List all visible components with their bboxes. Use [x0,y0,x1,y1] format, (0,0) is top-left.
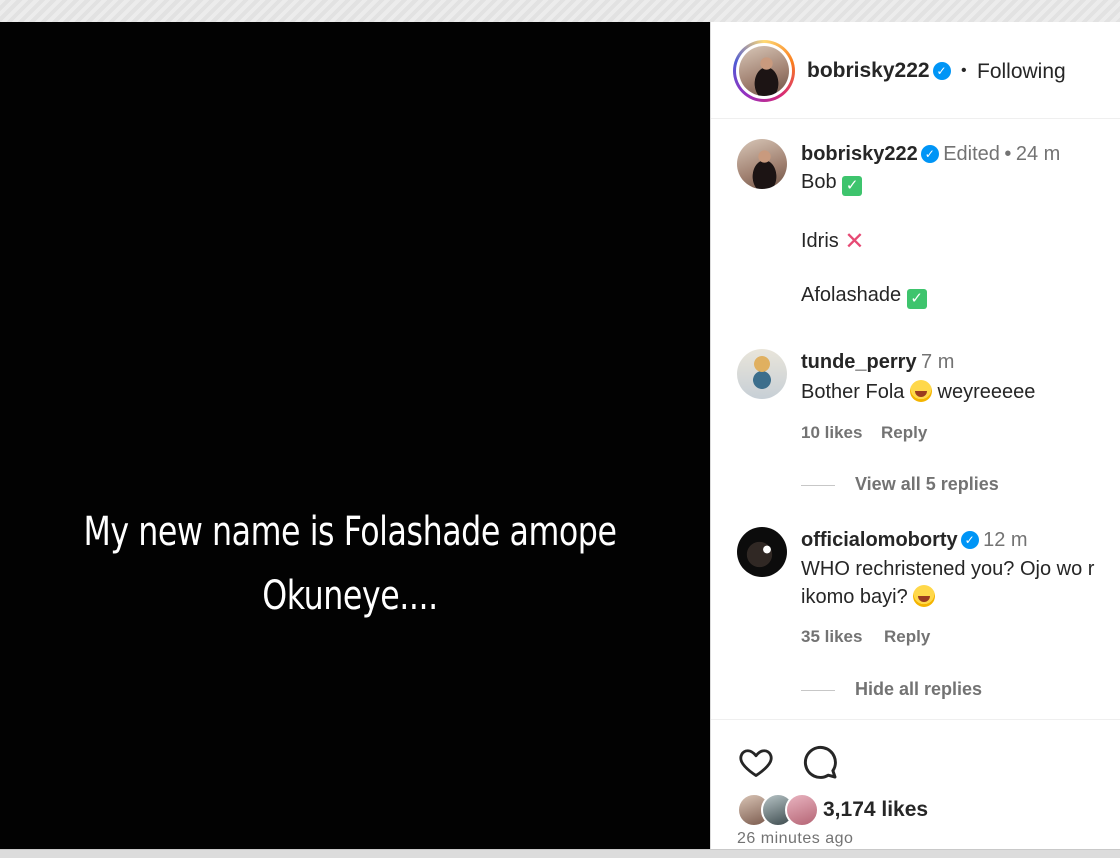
comment-2-reply-button[interactable]: Reply [884,627,930,647]
likers-avatars[interactable] [737,793,821,827]
author-avatar[interactable] [739,46,789,96]
media-caption-line2: Okuneye.... [262,573,438,619]
story-ring[interactable] [733,40,795,102]
comment-avatar-tunde[interactable] [737,349,787,399]
comment-1-time[interactable]: 7 m [921,351,954,373]
media-caption: My new name is Folashade amope Okuneye..… [60,500,641,628]
verified-badge-icon: ✓ [920,145,939,163]
speech-bubble-icon[interactable] [801,744,839,780]
hide-replies-button[interactable]: Hide all replies [855,679,982,700]
comment-1-likes[interactable]: 10 likes [801,423,862,443]
comment-2-text-line2: ikomo bayi? [801,586,908,608]
media-caption-line1: My new name is Folashade amope [83,509,617,555]
author-username-link[interactable]: bobrisky222 ✓ [807,59,951,83]
caption-line-3: Afolashade ✓ [801,284,927,309]
comment-2-username[interactable]: officialomoborty [801,529,958,551]
caption-line-3-text: Afolashade [801,284,902,306]
caption-author-avatar[interactable] [737,139,787,189]
check-mark-emoji: ✓ [842,176,863,196]
laughing-emoji [913,585,936,607]
caption-username[interactable]: bobrisky222 [801,143,918,165]
caption-line-2: Idris ✕ [801,227,864,256]
post-dialog: My new name is Folashade amope Okuneye..… [0,22,1120,849]
laughing-emoji [909,380,932,402]
caption-time[interactable]: 24 m [1016,143,1060,165]
caption-meta-row: bobrisky222 ✓ Edited • 24 m [801,143,1060,166]
replies-divider-line [801,690,835,691]
comment-2-likes[interactable]: 35 likes [801,627,862,647]
cross-mark-emoji: ✕ [844,228,865,255]
comment-1-reply-button[interactable]: Reply [881,423,927,443]
comment-2-text-line1: WHO rechristened you? Ojo wo r [801,558,1095,580]
comment-1-meta: tunde_perry 7 m [801,351,954,374]
view-replies-button[interactable]: View all 5 replies [855,474,999,495]
comment-1-text: Bother Fola weyreeeee [801,380,1035,404]
following-button[interactable]: Following [977,60,1066,84]
replies-divider-line [801,485,835,486]
post-sidebar: bobrisky222 ✓ • Following bobrisky222 ✓ Ed… [710,22,1120,849]
heart-icon[interactable] [737,744,775,780]
comment-2-text-line2-row: ikomo bayi? [801,585,936,609]
comment-1-username[interactable]: tunde_perry [801,351,917,373]
caption-line-1: Bob ✓ [801,171,863,196]
caption-separator: • [1004,143,1012,165]
comment-1-text-a: Bother Fola [801,381,905,403]
verified-badge-icon: ✓ [960,531,979,549]
post-header: bobrisky222 ✓ • Following [711,22,1120,119]
comment-avatar-omoborty[interactable] [737,527,787,577]
comment-2-time[interactable]: 12 m [983,529,1027,551]
check-mark-emoji: ✓ [906,289,927,309]
comment-2-meta: officialomoborty ✓ 12 m [801,529,1028,552]
comment-1-text-b: weyreeeee [937,381,1036,403]
post-media[interactable]: My new name is Folashade amope Okuneye..… [0,22,710,849]
author-username[interactable]: bobrisky222 [807,59,930,82]
post-time-ago[interactable]: 26 minutes ago [737,830,853,848]
liker-avatar [785,793,819,827]
window-top-border [0,0,1120,23]
caption-edited-label: Edited [943,143,1000,165]
verified-badge-icon: ✓ [932,62,951,80]
caption-line-2-text: Idris [801,230,839,252]
likes-count[interactable]: 3,174 likes [823,798,928,822]
header-separator: • [961,62,967,79]
caption-line-1-text: Bob [801,171,837,193]
comments-list[interactable]: bobrisky222 ✓ Edited • 24 m Bob ✓ Idris ✕… [711,119,1120,719]
